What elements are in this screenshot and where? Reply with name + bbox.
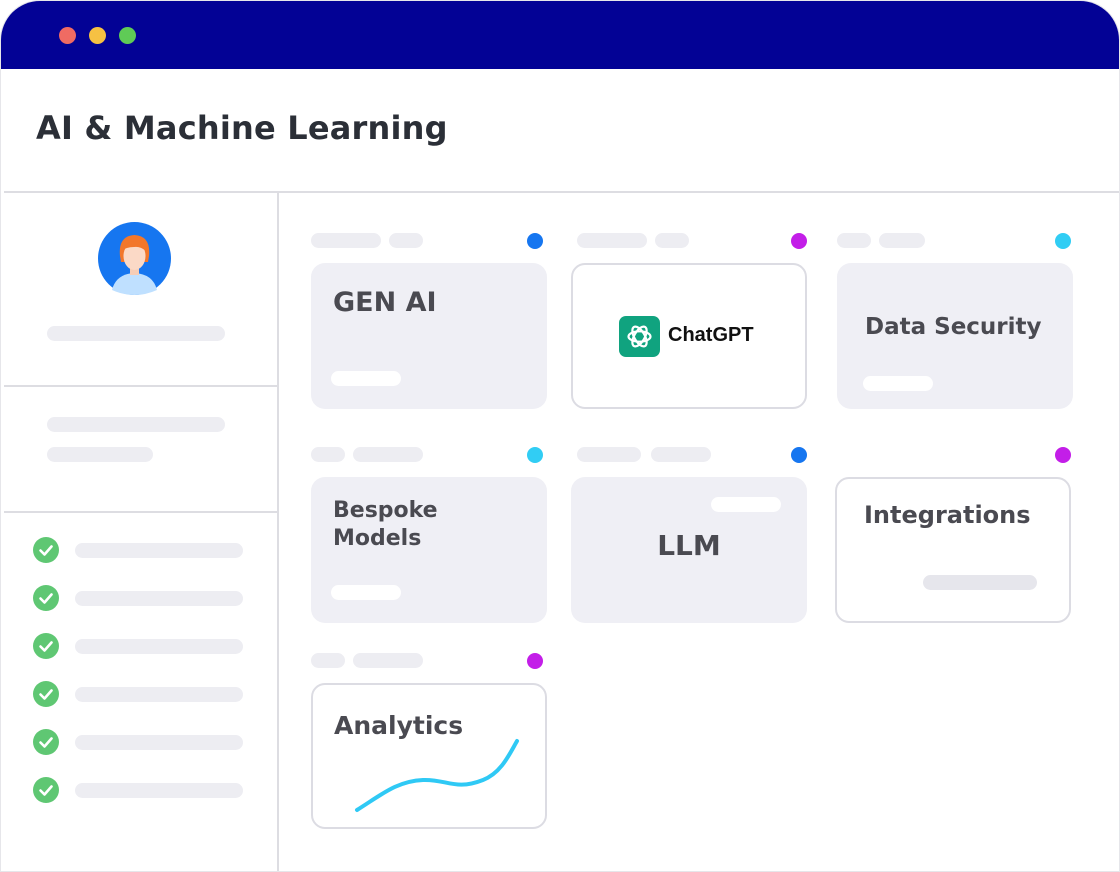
checklist-item-placeholder [75, 639, 243, 654]
card-bespoke-models[interactable]: Bespoke Models [311, 477, 547, 623]
checklist-item-placeholder [75, 687, 243, 702]
header-divider [4, 191, 1119, 193]
card-title: Bespoke Models [333, 497, 438, 553]
card-title: LLM [657, 529, 721, 562]
card-meta-placeholder [389, 233, 423, 248]
card-data-security[interactable]: Data Security [837, 263, 1073, 409]
card-meta-placeholder [353, 447, 423, 462]
check-circle-icon [33, 777, 59, 803]
card-meta-placeholder [577, 233, 647, 248]
chatgpt-wordmark: ChatGPT [668, 324, 754, 346]
card-title: Integrations [864, 501, 1031, 529]
checklist-item-placeholder [75, 783, 243, 798]
status-dot [1055, 233, 1071, 249]
status-dot [791, 233, 807, 249]
card-pill [331, 585, 401, 600]
check-circle-icon [33, 729, 59, 755]
check-circle-icon [33, 681, 59, 707]
card-llm[interactable]: LLM [571, 477, 807, 623]
card-meta-placeholder [311, 233, 381, 248]
card-title: GEN AI [333, 287, 437, 318]
check-circle-icon [33, 537, 59, 563]
check-circle-icon [33, 633, 59, 659]
card-title: Data Security [865, 314, 1042, 340]
card-title-line: Bespoke [333, 498, 438, 523]
sidebar-text-placeholder [47, 417, 225, 432]
card-meta-placeholder [651, 447, 711, 462]
checklist-item-placeholder [75, 543, 243, 558]
card-pill [863, 376, 933, 391]
sidebar-divider [277, 193, 279, 871]
status-dot [791, 447, 807, 463]
card-meta-placeholder [311, 653, 345, 668]
status-dot [1055, 447, 1071, 463]
checklist-item-placeholder [75, 591, 243, 606]
close-window-button[interactable] [59, 27, 76, 44]
card-gen-ai[interactable]: GEN AI [311, 263, 547, 409]
card-pill [711, 497, 781, 512]
maximize-window-button[interactable] [119, 27, 136, 44]
card-integrations[interactable]: Integrations [835, 477, 1071, 623]
card-title: Analytics [334, 711, 464, 740]
checklist-item-placeholder [75, 735, 243, 750]
card-pill [331, 371, 401, 386]
card-meta-placeholder [577, 447, 641, 462]
page-title: AI & Machine Learning [36, 109, 448, 147]
sidebar-section-divider [4, 511, 278, 513]
app-window: AI & Machine Learning GEN AI ChatGPT Dat… [0, 0, 1120, 872]
status-dot [527, 653, 543, 669]
card-meta-placeholder [353, 653, 423, 668]
check-circle-icon [33, 585, 59, 611]
card-analytics[interactable]: Analytics [311, 683, 547, 829]
card-meta-placeholder [837, 233, 871, 248]
trend-line-icon [355, 739, 519, 812]
card-meta-placeholder [655, 233, 689, 248]
profile-name-placeholder [47, 326, 225, 341]
card-title-line: Models [333, 526, 422, 551]
sidebar-text-placeholder [47, 447, 153, 462]
openai-logo-icon [619, 316, 660, 357]
minimize-window-button[interactable] [89, 27, 106, 44]
card-pill [923, 575, 1037, 590]
sidebar-section-divider [4, 385, 278, 387]
status-dot [527, 233, 543, 249]
title-bar [1, 1, 1119, 69]
status-dot [527, 447, 543, 463]
card-meta-placeholder [879, 233, 925, 248]
card-chatgpt[interactable]: ChatGPT [571, 263, 807, 409]
user-avatar-icon[interactable] [98, 222, 171, 295]
card-meta-placeholder [311, 447, 345, 462]
